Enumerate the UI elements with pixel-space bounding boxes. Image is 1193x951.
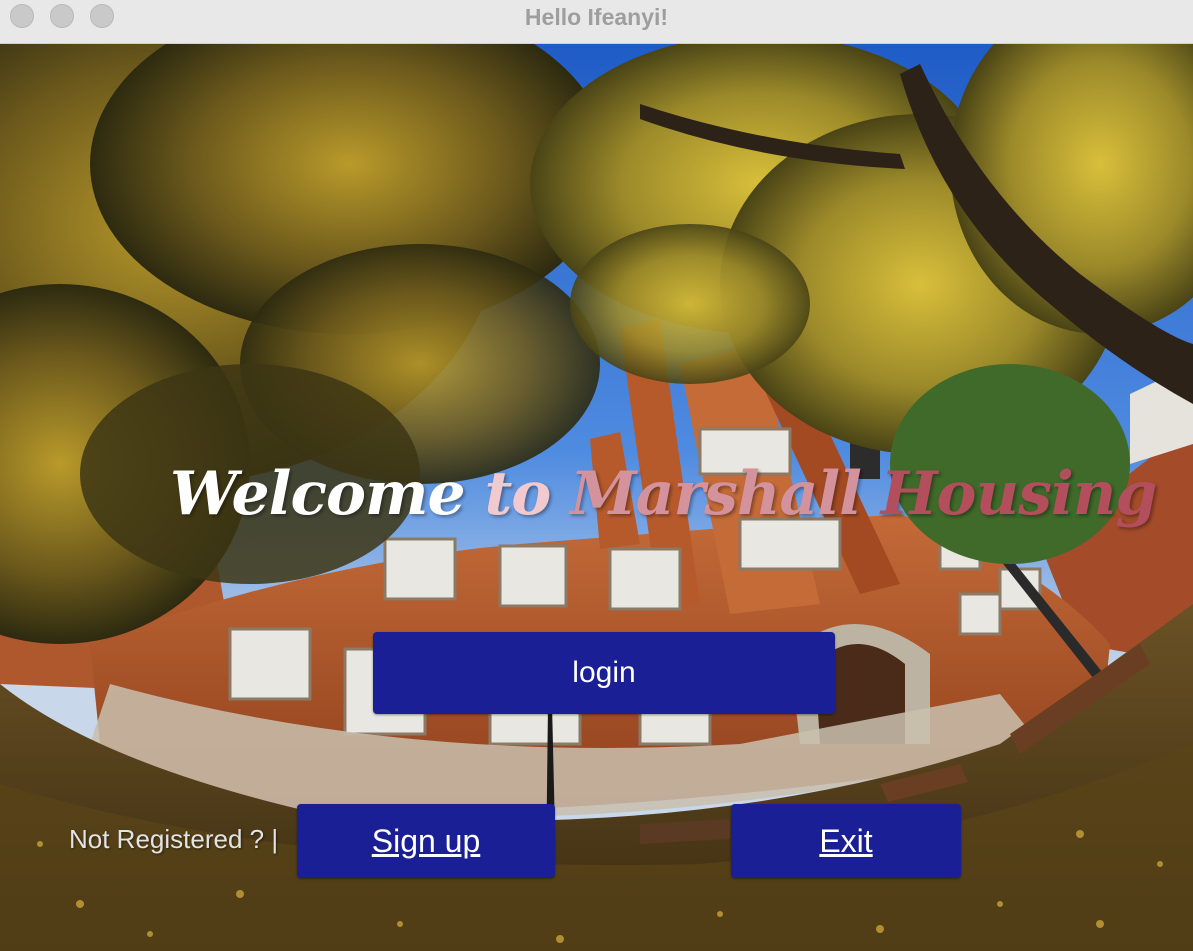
app-window: Hello Ifeanyi! Welcome to Marshall Housi… xyxy=(0,0,1193,951)
marshall-word: Marshall xyxy=(570,459,862,529)
housing-word: Housing xyxy=(880,459,1157,529)
window-title: Hello Ifeanyi! xyxy=(524,4,669,30)
welcome-word: Welcome xyxy=(170,459,466,529)
exit-button[interactable]: Exit xyxy=(731,804,961,878)
title-bar: Hello Ifeanyi! xyxy=(0,0,1193,44)
welcome-heading: Welcome to Marshall Housing xyxy=(170,459,1157,529)
main-content: Welcome to Marshall Housing login Not Re… xyxy=(0,44,1193,951)
not-registered-label: Not Registered ? | xyxy=(69,824,279,854)
signup-button[interactable]: Sign up xyxy=(297,804,555,878)
to-word: to xyxy=(484,459,552,529)
login-button[interactable]: login xyxy=(373,632,835,714)
